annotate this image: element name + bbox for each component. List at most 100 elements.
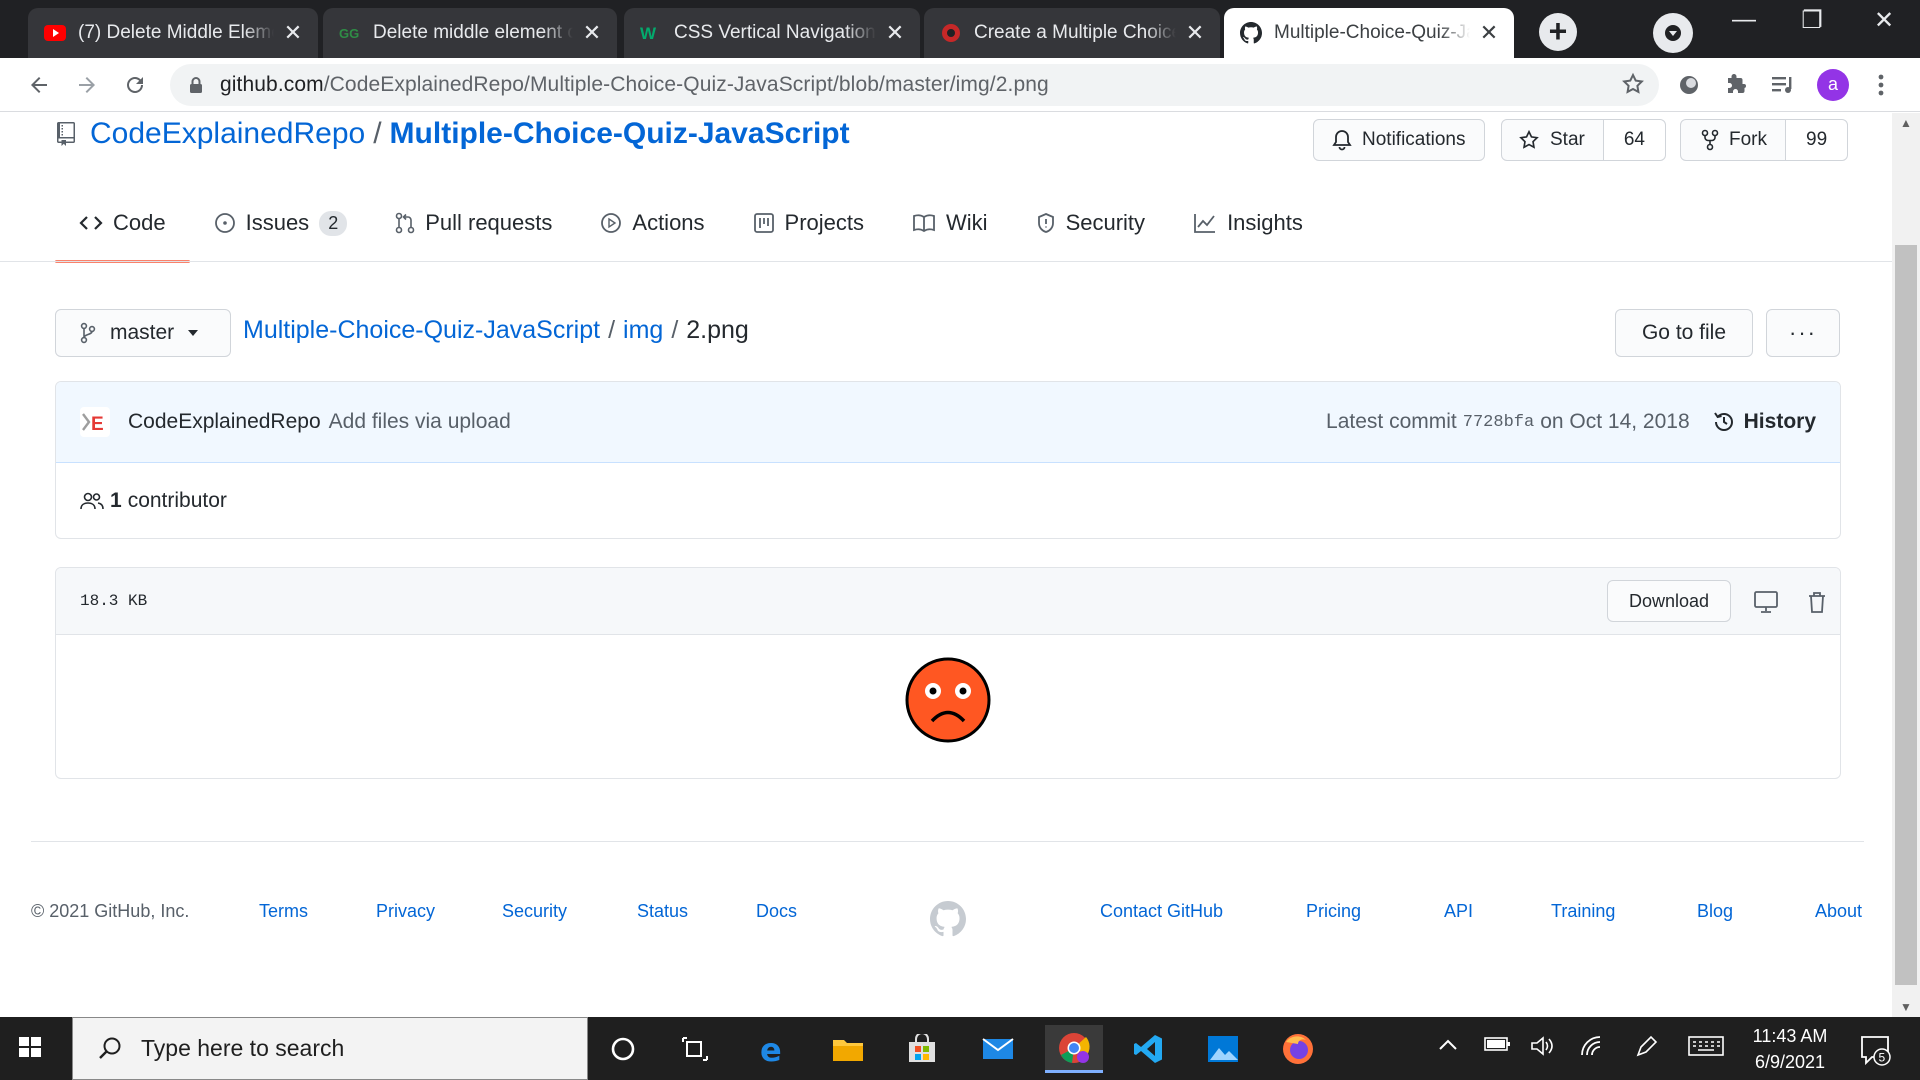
close-tab-icon[interactable]: ✕ <box>1184 22 1206 44</box>
branch-selector[interactable]: master <box>55 309 231 357</box>
close-tab-icon[interactable]: ✕ <box>1478 22 1500 44</box>
footer-link-training[interactable]: Training <box>1551 901 1615 922</box>
tab-code[interactable]: Code <box>55 183 190 263</box>
history-icon <box>1713 412 1733 431</box>
puzzle-icon[interactable] <box>1722 70 1752 100</box>
footer-link-status[interactable]: Status <box>637 901 688 922</box>
commit-sha[interactable]: 7728bfa <box>1463 413 1534 432</box>
tab-projects[interactable]: Projects <box>729 183 888 263</box>
browser-tab[interactable]: Create a Multiple Choice Q ✕ <box>924 8 1220 58</box>
close-tab-icon[interactable]: ✕ <box>282 22 304 44</box>
close-window-button[interactable]: ✕ <box>1856 6 1912 42</box>
browser-tab[interactable]: W CSS Vertical Navigation Ba ✕ <box>624 8 920 58</box>
browser-tab[interactable]: GG Delete middle element of ✕ <box>323 8 617 58</box>
fork-button-group[interactable]: Fork 99 <box>1680 119 1849 161</box>
reload-button[interactable] <box>116 66 154 104</box>
file-header: 18.3 KB Download <box>56 568 1840 635</box>
profile-avatar[interactable]: a <box>1817 69 1849 101</box>
tab-wiki[interactable]: Wiki <box>888 183 1012 263</box>
tab-code-label: Code <box>113 210 166 235</box>
tab-pull-requests[interactable]: Pull requests <box>371 183 576 263</box>
close-tab-icon[interactable]: ✕ <box>884 22 906 44</box>
youtube-icon <box>44 22 66 44</box>
footer-link-api[interactable]: API <box>1444 901 1473 922</box>
footer-link-pricing[interactable]: Pricing <box>1306 901 1361 922</box>
chevron-up-icon[interactable] <box>1438 1035 1458 1056</box>
browser-tab[interactable]: (7) Delete Middle Element ✕ <box>28 8 318 58</box>
scroll-down-arrow[interactable]: ▼ <box>1892 997 1920 1017</box>
fork-count[interactable]: 99 <box>1785 120 1848 160</box>
footer-link-contact[interactable]: Contact GitHub <box>1100 901 1223 922</box>
star-button[interactable]: Star <box>1502 120 1603 160</box>
footer-link-security[interactable]: Security <box>502 901 567 922</box>
fork-button[interactable]: Fork <box>1681 120 1785 160</box>
photos-icon[interactable] <box>1194 1025 1252 1073</box>
author-avatar[interactable]: E <box>80 407 110 437</box>
footer-link-docs[interactable]: Docs <box>756 901 797 922</box>
browser-tab-active[interactable]: Multiple-Choice-Quiz-JavaS ✕ <box>1224 8 1514 58</box>
contributors-row[interactable]: 1 contributor <box>56 463 1840 538</box>
firefox-icon[interactable] <box>1269 1025 1327 1073</box>
tab-insights[interactable]: Insights <box>1169 183 1327 263</box>
volume-icon[interactable] <box>1530 1035 1556 1062</box>
restore-button[interactable]: ❐ <box>1784 6 1840 42</box>
page-scrollbar[interactable]: ▲ ▼ <box>1892 113 1920 1017</box>
tab-security[interactable]: Security <box>1012 183 1169 263</box>
footer-link-blog[interactable]: Blog <box>1697 901 1733 922</box>
breadcrumb-dir[interactable]: img <box>623 316 663 345</box>
trash-icon[interactable] <box>1803 588 1831 616</box>
back-button[interactable] <box>20 66 58 104</box>
new-tab-button[interactable]: + <box>1539 13 1577 51</box>
notifications-button[interactable]: Notifications <box>1313 119 1485 161</box>
breadcrumb-repo[interactable]: Multiple-Choice-Quiz-JavaScript <box>243 316 600 345</box>
pen-icon[interactable] <box>1634 1035 1658 1064</box>
store-icon[interactable] <box>893 1025 951 1073</box>
go-to-file-button[interactable]: Go to file <box>1615 309 1753 357</box>
bookmark-star-icon[interactable] <box>1621 72 1645 101</box>
play-circle-icon <box>601 213 622 233</box>
keyboard-icon[interactable] <box>1688 1035 1724 1062</box>
commit-author[interactable]: CodeExplainedRepo <box>128 410 321 434</box>
github-logo-icon[interactable] <box>930 901 966 942</box>
close-tab-icon[interactable]: ✕ <box>581 22 603 44</box>
chrome-taskbar-icon[interactable] <box>1045 1025 1103 1073</box>
extension-circle-icon[interactable] <box>1674 70 1704 100</box>
notification-center-icon[interactable]: 5 <box>1858 1033 1892 1072</box>
minimize-button[interactable]: — <box>1716 6 1772 42</box>
download-button[interactable]: Download <box>1607 580 1731 622</box>
scrollbar-thumb[interactable] <box>1895 245 1917 985</box>
commit-message[interactable]: Add files via upload <box>329 410 511 434</box>
svg-text:W: W <box>640 24 657 42</box>
taskbar-search-box[interactable]: Type here to search <box>72 1017 588 1080</box>
forward-button[interactable] <box>68 66 106 104</box>
wifi-icon[interactable] <box>1580 1035 1606 1062</box>
footer-copyright: © 2021 GitHub, Inc. <box>31 901 190 921</box>
desktop-icon[interactable] <box>1752 588 1780 616</box>
footer-link-terms[interactable]: Terms <box>259 901 308 922</box>
scroll-up-arrow[interactable]: ▲ <box>1892 113 1920 133</box>
browser-toolbar: github.com/CodeExplainedRepo/Multiple-Ch… <box>0 58 1920 112</box>
battery-icon[interactable] <box>1484 1035 1512 1058</box>
star-button-group[interactable]: Star 64 <box>1501 119 1666 161</box>
mail-icon[interactable] <box>969 1025 1027 1073</box>
file-explorer-icon[interactable] <box>819 1025 877 1073</box>
more-options-button[interactable]: ··· <box>1766 309 1840 357</box>
footer-link-about[interactable]: About <box>1815 901 1862 922</box>
chrome-menu-icon[interactable] <box>1866 70 1896 100</box>
address-bar[interactable]: github.com/CodeExplainedRepo/Multiple-Ch… <box>170 64 1659 106</box>
system-clock[interactable]: 11:43 AM 6/9/2021 <box>1720 1023 1860 1075</box>
history-link[interactable]: History <box>1712 410 1816 434</box>
edge-browser-icon[interactable]: e <box>744 1025 802 1073</box>
repo-owner-link[interactable]: CodeExplainedRepo <box>90 117 365 151</box>
tab-issues[interactable]: Issues 2 <box>190 183 372 263</box>
cortana-icon[interactable] <box>594 1025 652 1073</box>
star-count[interactable]: 64 <box>1602 120 1665 160</box>
task-view-icon[interactable] <box>666 1025 724 1073</box>
tab-search-button[interactable] <box>1653 13 1693 53</box>
tab-actions[interactable]: Actions <box>576 183 728 263</box>
footer-link-privacy[interactable]: Privacy <box>376 901 435 922</box>
media-queue-icon[interactable] <box>1768 70 1798 100</box>
repo-name-link[interactable]: Multiple-Choice-Quiz-JavaScript <box>390 117 850 151</box>
start-button[interactable] <box>14 1031 46 1068</box>
vscode-icon[interactable] <box>1119 1025 1177 1073</box>
